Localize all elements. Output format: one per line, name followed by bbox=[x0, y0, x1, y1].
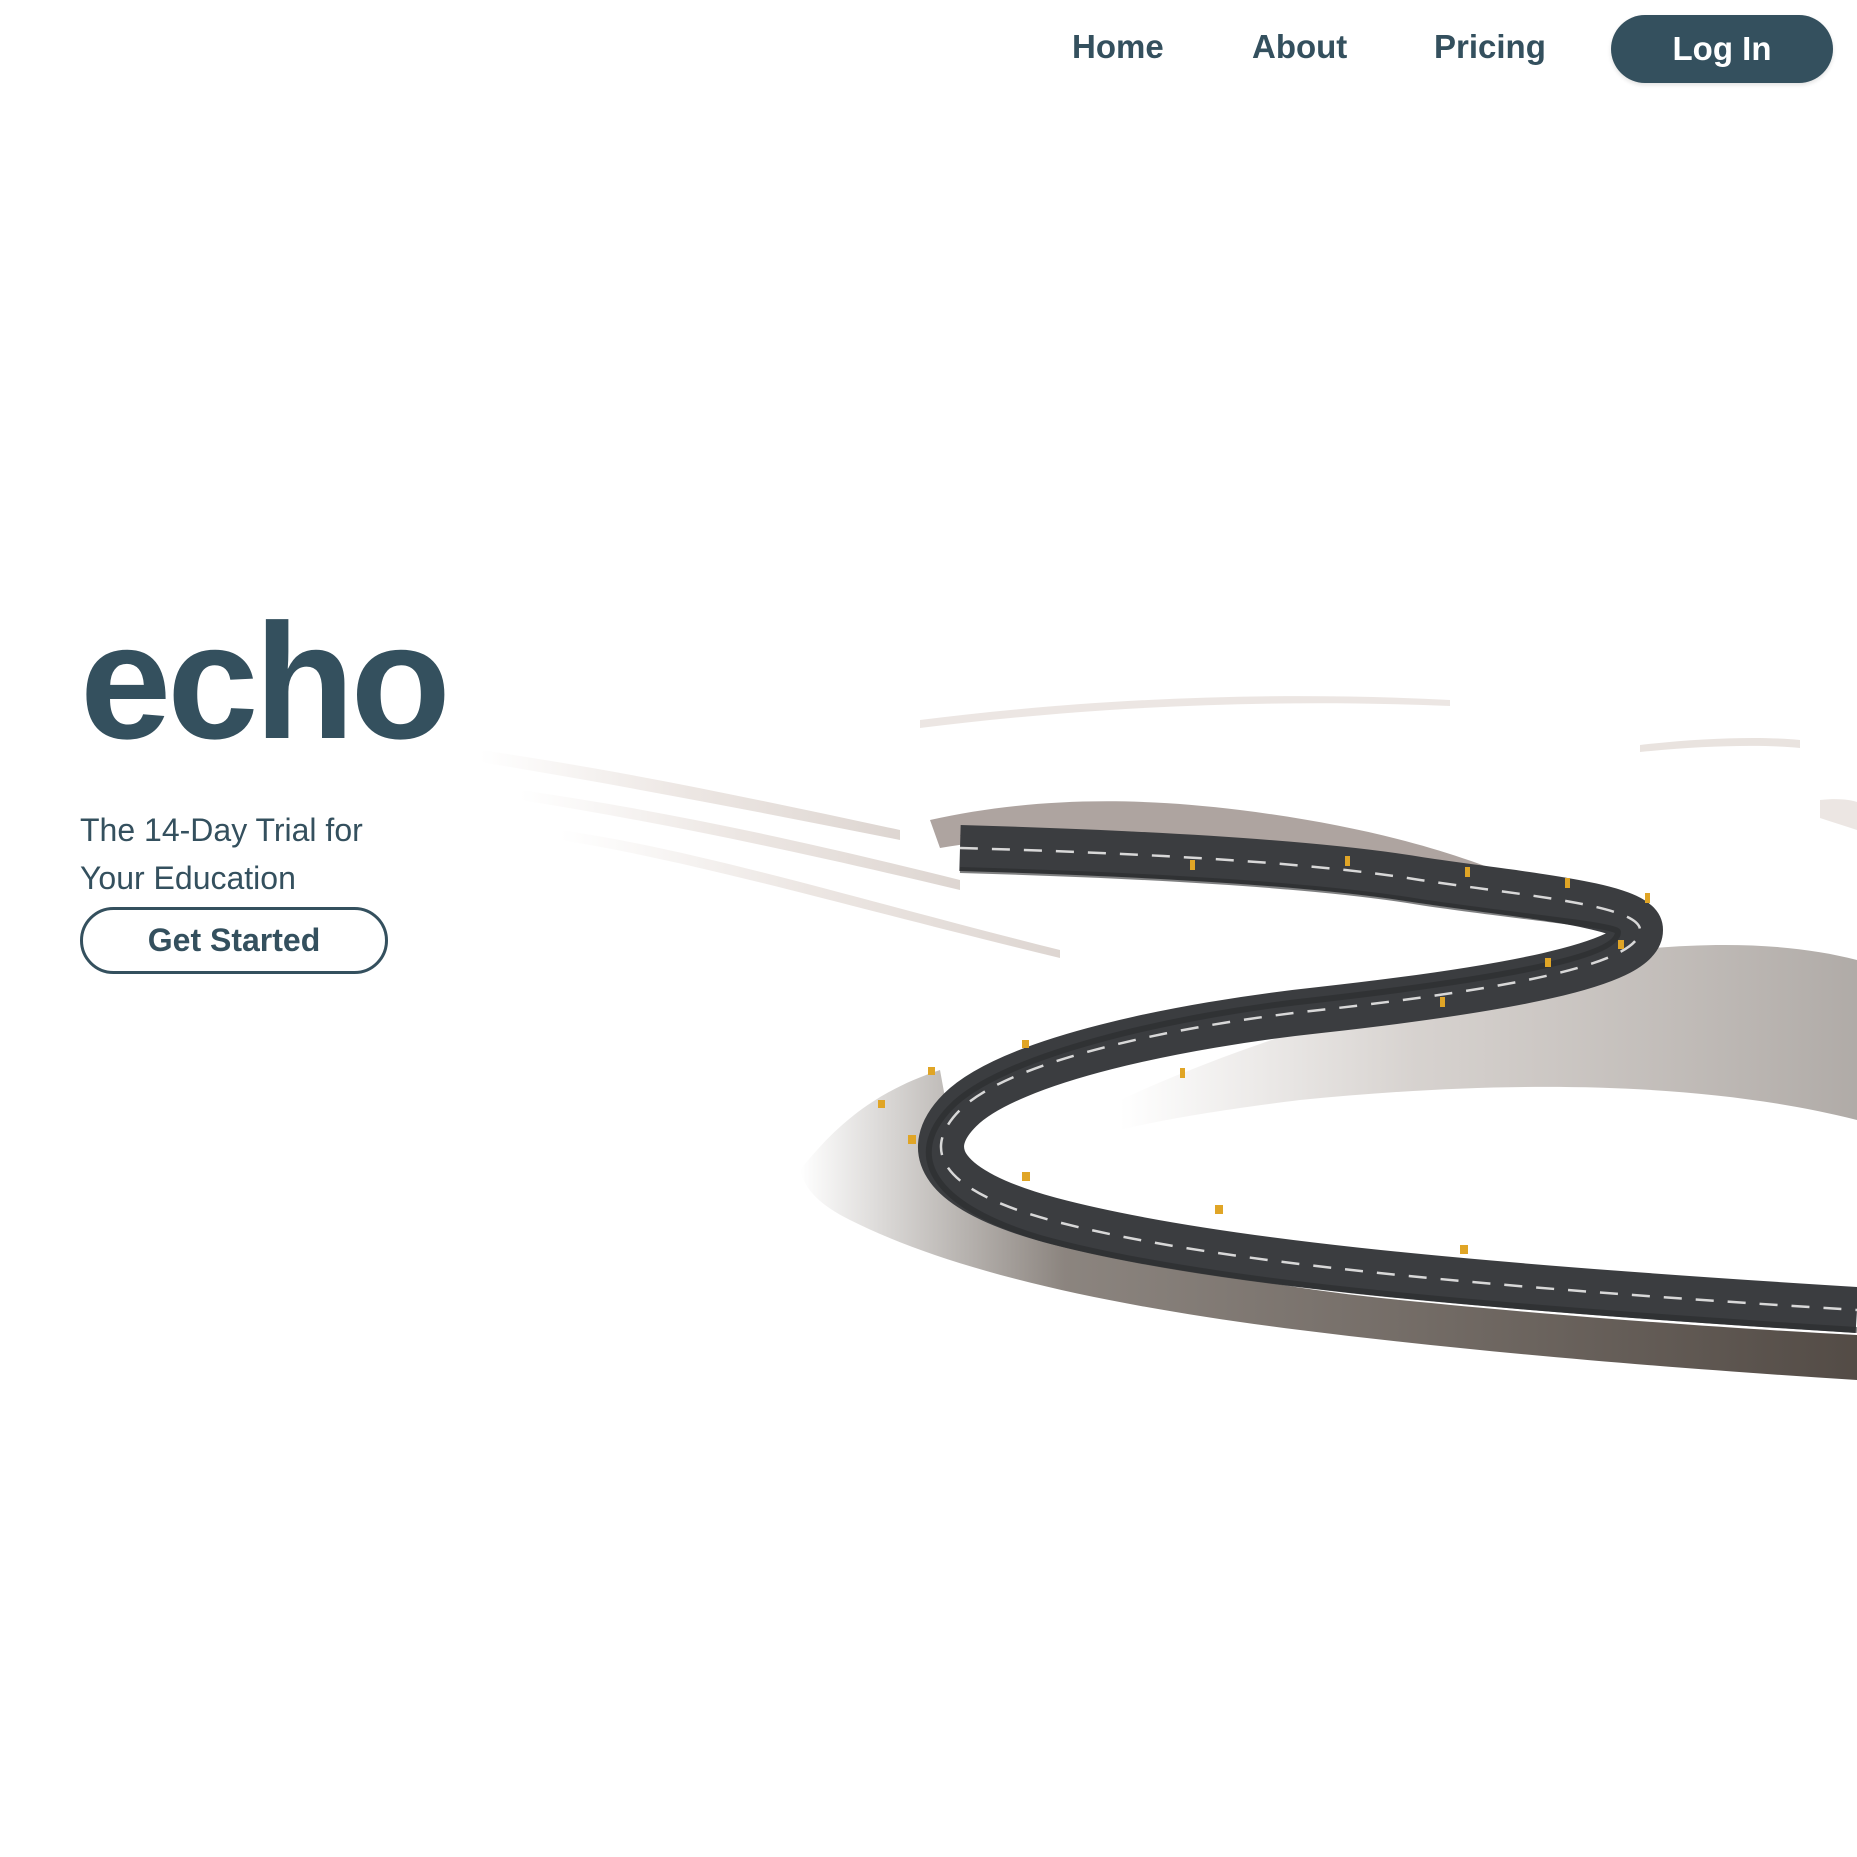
hero-section: echo The 14-Day Trial for Your Education bbox=[80, 600, 520, 902]
tagline-line-1: The 14-Day Trial for bbox=[80, 812, 363, 848]
nav-link-home[interactable]: Home bbox=[1072, 28, 1164, 66]
get-started-button[interactable]: Get Started bbox=[80, 907, 388, 974]
tagline-line-2: Your Education bbox=[80, 860, 296, 896]
nav-link-pricing[interactable]: Pricing bbox=[1434, 28, 1546, 66]
nav-link-about[interactable]: About bbox=[1252, 28, 1347, 66]
brand-title: echo bbox=[80, 590, 451, 773]
hero-tagline: The 14-Day Trial for Your Education bbox=[80, 806, 520, 902]
top-navigation: Home About Pricing Log In bbox=[0, 0, 1857, 100]
login-button[interactable]: Log In bbox=[1611, 15, 1833, 83]
